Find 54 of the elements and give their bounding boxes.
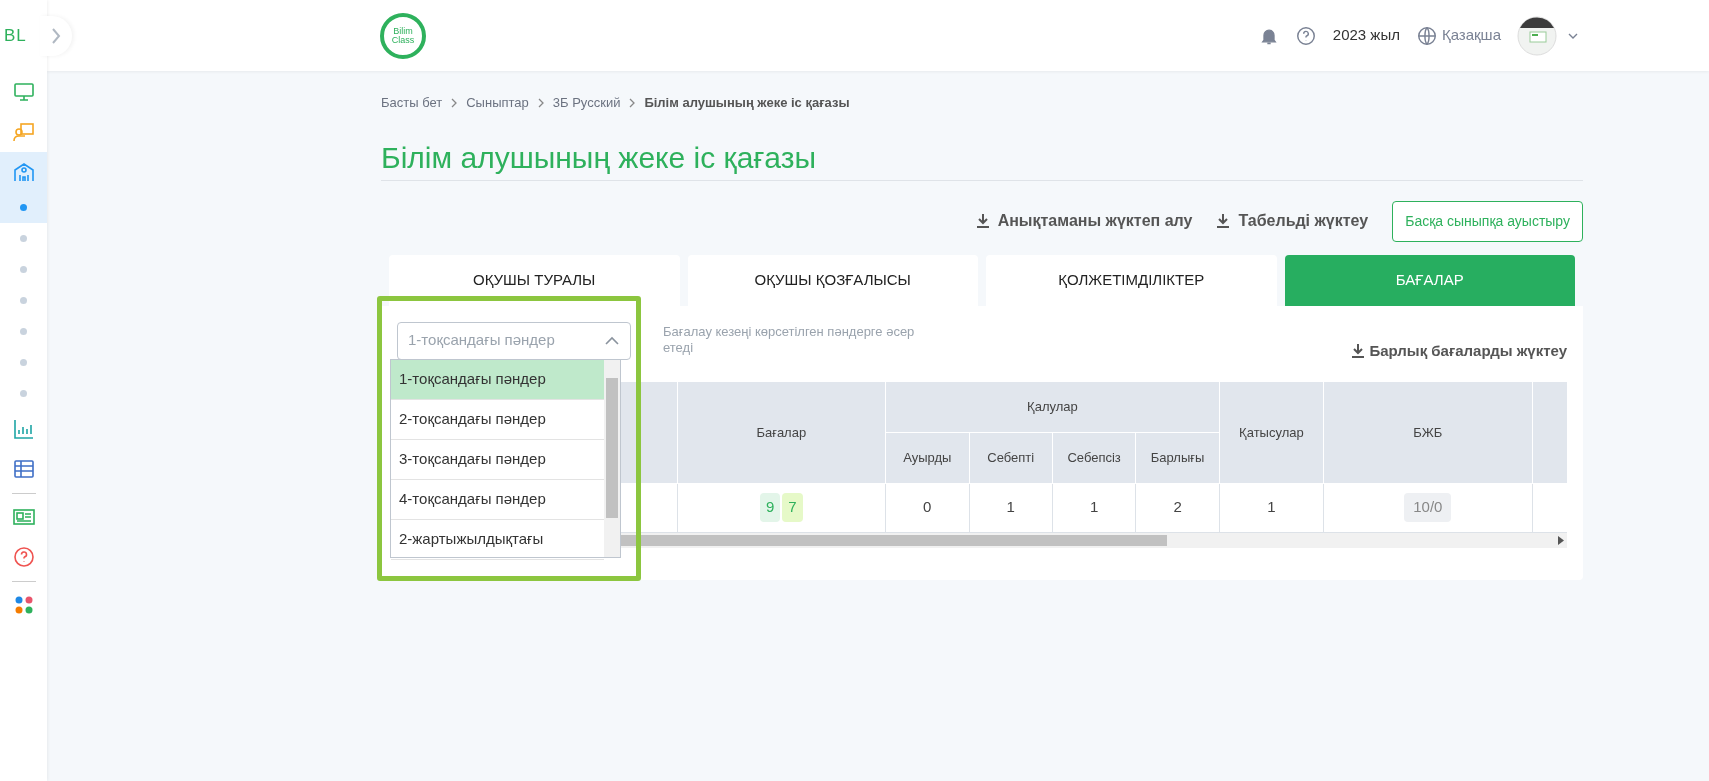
- column-header: БЖБ: [1323, 382, 1533, 483]
- download-icon: [1216, 213, 1231, 229]
- sidebar-item[interactable]: [0, 152, 47, 192]
- column-header: Себепсіз: [1052, 432, 1136, 483]
- download-link[interactable]: Анықтаманы жүктеп алу: [975, 209, 1193, 233]
- table-cell: 1: [1089, 498, 1099, 516]
- dropdown-option[interactable]: 1-тоқсандағы пәндер: [391, 360, 604, 400]
- table-icon: [11, 457, 36, 481]
- sidebar-subitem[interactable]: [0, 192, 47, 223]
- chevron-up-icon: [604, 335, 620, 346]
- column-header: Себепті: [969, 432, 1053, 483]
- table-cell: 1: [1006, 498, 1015, 516]
- hint-text: Бағалау кезеңі көрсетілген пәндерге әсер етеді: [663, 323, 916, 356]
- column-header: Қалулар: [885, 382, 1220, 432]
- breadcrumb-link[interactable]: Сыныптар: [466, 93, 529, 113]
- year-selector[interactable]: 2023 жыл: [1332, 24, 1400, 47]
- globe-icon: [1415, 24, 1438, 47]
- chevron-right-icon: [450, 97, 459, 109]
- logo-text: BL: [4, 25, 27, 48]
- grade-badge: 9: [759, 493, 781, 522]
- column-header: Ауырды: [885, 432, 969, 483]
- tab[interactable]: ҚОЛЖЕТІМДІЛІКТЕР: [986, 255, 1277, 306]
- scroll-right-icon[interactable]: [1558, 535, 1564, 545]
- tab[interactable]: ОҚУШЫ ҚОЗҒАЛЫСЫ: [687, 255, 978, 306]
- monitor-icon: [11, 80, 36, 104]
- breadcrumb-link[interactable]: Басты бет: [381, 93, 443, 113]
- column-header: Қатысулар: [1219, 382, 1324, 483]
- vertical-scrollbar[interactable]: [604, 360, 620, 557]
- tab[interactable]: ОҚУШЫ ТУРАЛЫ: [389, 255, 680, 306]
- chevron-right-icon: [628, 97, 637, 109]
- school-icon: [11, 160, 36, 184]
- bar-chart-icon: [11, 417, 36, 441]
- chevron-right-icon: [536, 97, 545, 109]
- download-icon: [1351, 342, 1366, 359]
- score-badge: 10/0: [1404, 493, 1452, 522]
- collapse-toggle[interactable]: [40, 16, 72, 56]
- breadcrumb-link[interactable]: 3Б Русский: [552, 93, 621, 113]
- grade-badge: 7: [782, 493, 803, 522]
- teacher-icon: [11, 120, 36, 144]
- avatar[interactable]: [1517, 15, 1557, 56]
- column-header: Барлығы: [1135, 432, 1220, 483]
- table-cell: 2: [1173, 498, 1182, 516]
- help-icon[interactable]: [1294, 24, 1317, 47]
- table-cell: 1: [1267, 498, 1276, 516]
- table-cell: 0: [923, 498, 932, 516]
- breadcrumb-current: Білім алушының жеке іс қағазы: [644, 94, 850, 113]
- page-title: Білім алушының жеке іс қағазы: [381, 140, 1583, 181]
- download-icon: [975, 213, 990, 229]
- download-link[interactable]: Барлық бағаларды жүктеу: [1351, 339, 1567, 362]
- download-link[interactable]: Табельді жүктеу: [1216, 209, 1369, 233]
- chevron-right-icon: [51, 27, 61, 45]
- help-icon: [11, 545, 36, 569]
- column-header: Бағалар: [677, 382, 886, 483]
- language-selector[interactable]: Қазақша: [1415, 24, 1501, 47]
